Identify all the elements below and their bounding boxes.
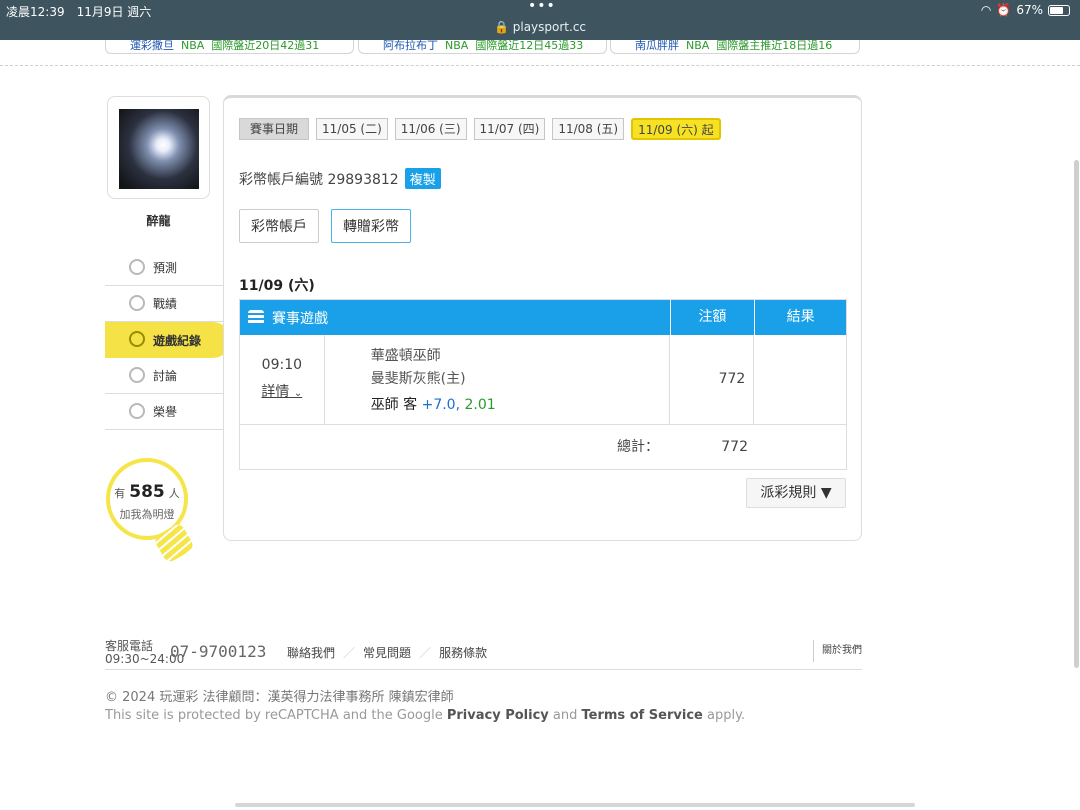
menu-predict[interactable]: 預測 [105,250,223,286]
table-total: 總計： 772 [240,425,846,469]
phone-number: 07-9700123 [170,642,267,661]
table-header: 賽事遊戲 注額 結果 [240,300,846,335]
status-time: 凌晨12:39 11月9日 週六 [6,5,152,19]
account-row: 彩幣帳戶編號 29893812 複製 [239,168,441,189]
home-team: 曼斐斯灰熊(主) [370,371,466,387]
avatar[interactable] [119,109,199,189]
date-button-current[interactable]: 11/09 (六) 起 [631,118,721,140]
total-amount: 772 [721,439,748,455]
vertical-scrollbar[interactable] [1074,160,1079,668]
lock-icon: 🔒 [493,20,509,34]
menu-discussion[interactable]: 討論 [105,358,223,394]
copyright: © 2024 玩運彩 法律顧問：漢英得力法律事務所 陳鎮宏律師 [105,690,454,705]
date-button[interactable]: 11/06 (三) [394,118,467,140]
date-button[interactable]: 11/08 (五) [552,118,625,140]
game-log-table: 賽事遊戲 注額 結果 09:10 詳情 ⌄ 華盛頓巫師 曼斐斯灰熊(主) 巫師 … [239,299,847,470]
avatar-frame [107,96,210,199]
date-button[interactable]: 11/05 (二) [316,118,388,140]
horizontal-scrollbar[interactable] [235,803,915,807]
faq-link[interactable]: 常見問題 [363,644,411,661]
copy-button[interactable]: 複製 [404,168,441,189]
day-title: 11/09 (六) [239,278,315,294]
bet-amount: 772 [670,335,755,424]
medal-icon [129,403,145,419]
recaptcha-notice: This site is protected by reCAPTCHA and … [105,708,746,723]
tab-coin-account[interactable]: 彩幣帳戶 [239,209,319,243]
payout-rules-button[interactable]: 派彩規則 ▼ [746,478,846,508]
table-row: 09:10 詳情 ⌄ 華盛頓巫師 曼斐斯灰熊(主) 巫師 客 +7.0, 2.0… [240,335,846,425]
ticker-bar: 運彩撒旦 NBA 國際盤近20日42過31 阿布拉布丁 NBA 國際盤近12日4… [0,40,1080,66]
contact-link[interactable]: 聯絡我們 [287,644,335,661]
wifi-icon: ◠ [980,3,992,17]
pick: 巫師 客 +7.0, 2.01 [370,397,496,413]
menu-game-log[interactable]: 遊戲紀錄 [105,322,231,358]
detail-link[interactable]: 詳情 ⌄ [240,381,324,401]
status-right: ◠ ⏰ 67% [981,3,1070,17]
menu-honor[interactable]: 榮譽 [105,394,223,430]
circle-icon [129,331,145,347]
ticker-item[interactable]: 運彩撒旦 NBA 國際盤近20日42過31 [105,40,354,54]
profile-menu: 預測 戰績 遊戲紀錄 討論 榮譽 [105,250,231,430]
bet-result [754,335,846,424]
fans-count: 585 [129,482,165,502]
url-text: playsport.cc [512,20,587,34]
target-icon [129,259,145,275]
terms-link[interactable]: 服務條款 [439,644,487,661]
url-bar[interactable]: 🔒 playsport.cc [0,20,1080,34]
privacy-link[interactable]: Privacy Policy [447,708,549,723]
chart-icon [129,295,145,311]
date-label: 賽事日期 [239,118,310,140]
status-bar: 凌晨12:39 11月9日 週六 ••• 🔒 playsport.cc ◠ ⏰ … [0,0,1080,40]
terms-of-service-link[interactable]: Terms of Service [582,708,703,723]
game-time: 09:10 [261,357,303,373]
date-selector: 賽事日期 11/05 (二) 11/06 (三) 11/07 (四) 11/08… [239,118,721,140]
tab-row: 彩幣帳戶 轉贈彩幣 [239,209,411,243]
ticker-item[interactable]: 阿布拉布丁 NBA 國際盤近12日45過33 [358,40,607,54]
battery-percent: 67% [1016,3,1043,17]
database-icon [248,310,264,325]
account-number: 彩幣帳戶編號 29893812 [239,171,399,188]
tab-transfer-coins[interactable]: 轉贈彩幣 [331,209,411,243]
game-log-panel: 賽事日期 11/05 (二) 11/06 (三) 11/07 (四) 11/08… [223,95,862,541]
more-icon[interactable]: ••• [528,0,556,14]
ticker-item[interactable]: 南瓜胖胖 NBA 國際盤主推近18日過16 [610,40,860,54]
date-button[interactable]: 11/07 (四) [473,118,546,140]
chat-icon [129,367,145,383]
away-team: 華盛頓巫師 [370,348,441,364]
footer-links: 聯絡我們 ／ 常見問題 ／ 服務條款 [287,644,488,661]
user-name[interactable]: 醉龍 [107,212,210,229]
alarm-icon: ⏰ [996,3,1012,17]
chevron-down-icon: ⌄ [293,388,303,399]
fans-text: 加我為明燈 [119,508,175,521]
menu-record[interactable]: 戰績 [105,286,223,322]
about-link[interactable]: 關於我們 [813,640,862,662]
battery-icon [1048,4,1070,16]
footer: 客服電話 09:30~24:00 07-9700123 聯絡我們 ／ 常見問題 … [105,640,862,670]
